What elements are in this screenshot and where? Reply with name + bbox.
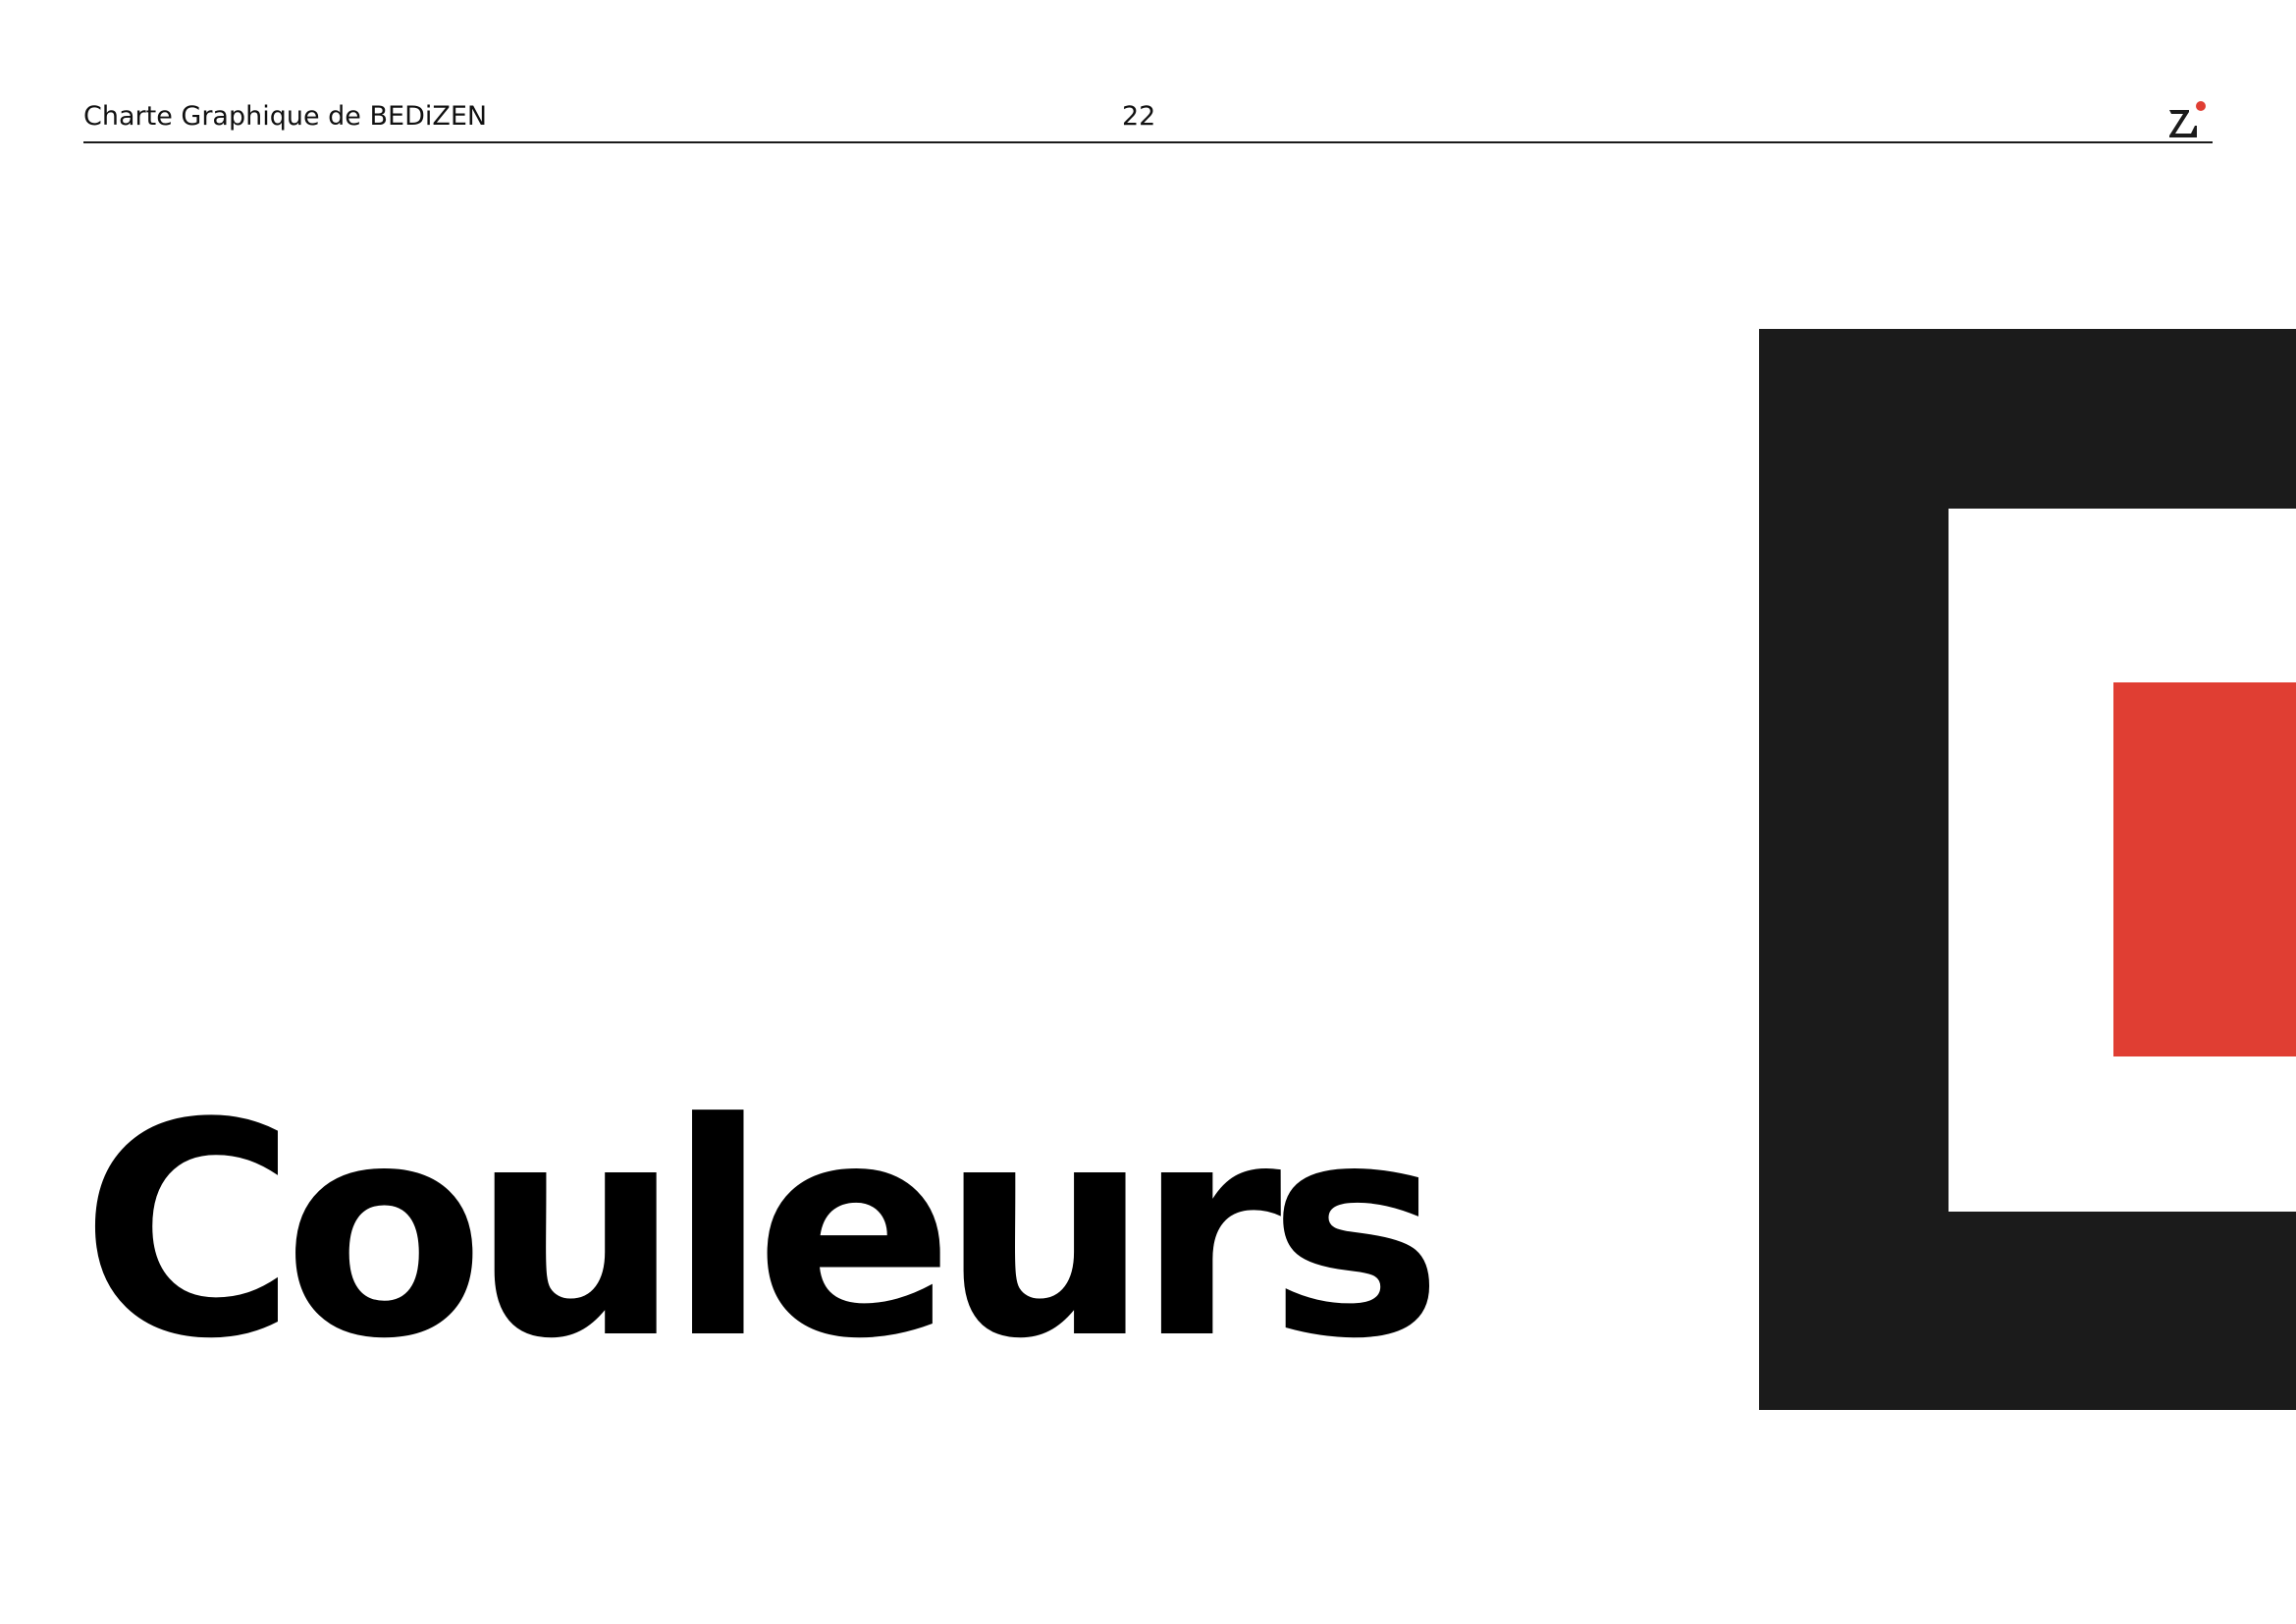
logo-mark [2169, 110, 2197, 137]
brand-guidelines-page: Charte Graphique de BEDiZEN 22 Couleurs [0, 0, 2296, 1624]
logo-dot [2196, 101, 2206, 111]
document-title: Charte Graphique de BEDiZEN [83, 101, 488, 132]
bedizen-logo-icon [2169, 101, 2206, 137]
red-accent-block [2113, 682, 2296, 1056]
section-title: Couleurs [80, 1060, 1443, 1403]
header-divider [83, 141, 2213, 143]
page-number: 22 [1122, 101, 1156, 132]
